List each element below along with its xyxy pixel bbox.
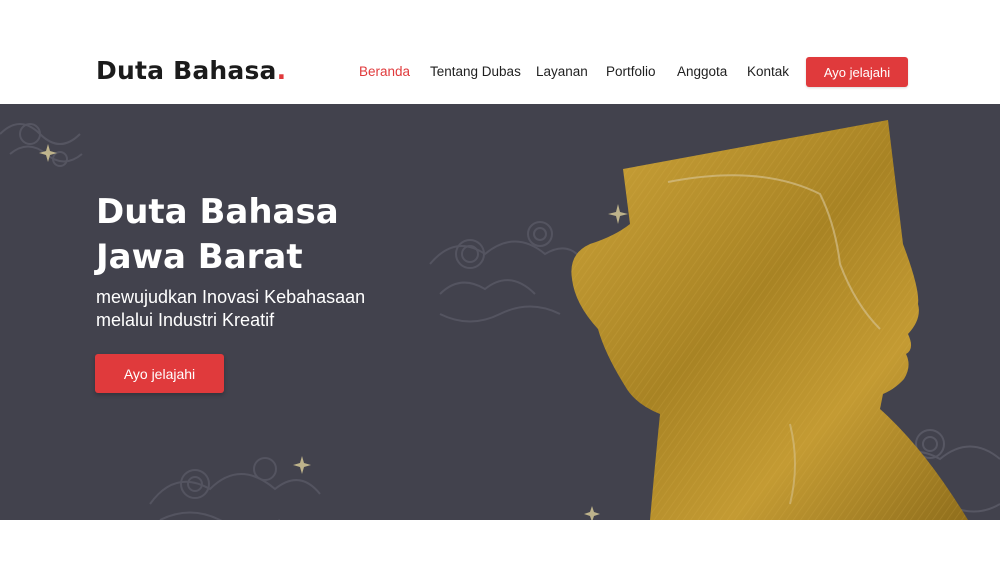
header-cta-button[interactable]: Ayo jelajahi: [806, 57, 908, 87]
cloud-ornament-top-left: [0, 123, 83, 167]
hero-title-line-2: Jawa Barat: [96, 237, 303, 277]
hero-cta-button[interactable]: Ayo jelajahi: [95, 354, 224, 393]
nav-item-tentang-dubas[interactable]: Tentang Dubas: [430, 64, 521, 79]
site-header: Duta Bahasa. Beranda Tentang Dubas Layan…: [0, 0, 1000, 104]
nav-item-anggota[interactable]: Anggota: [677, 64, 727, 79]
nav-item-portfolio[interactable]: Portfolio: [606, 64, 656, 79]
site-logo[interactable]: Duta Bahasa.: [96, 56, 286, 85]
hero-subtitle-line-2: melalui Industri Kreatif: [96, 310, 275, 330]
hero-subtitle: mewujudkan Inovasi Kebahasaan melalui In…: [96, 286, 436, 332]
nav-item-layanan[interactable]: Layanan: [536, 64, 588, 79]
nav-item-beranda[interactable]: Beranda: [359, 64, 410, 79]
silhouette-figure: [571, 120, 968, 520]
hero-banner: Duta Bahasa Jawa Barat mewujudkan Inovas…: [0, 104, 1000, 520]
nav-item-kontak[interactable]: Kontak: [747, 64, 789, 79]
hero-title: Duta Bahasa Jawa Barat: [96, 190, 416, 280]
hero-title-line-1: Duta Bahasa: [96, 192, 339, 232]
cloud-ornament-bottom-left: [149, 457, 321, 520]
hero-subtitle-line-1: mewujudkan Inovasi Kebahasaan: [96, 287, 366, 307]
logo-text: Duta Bahasa: [96, 56, 277, 85]
logo-dot: .: [276, 56, 287, 85]
cloud-ornament-center: [429, 221, 586, 323]
